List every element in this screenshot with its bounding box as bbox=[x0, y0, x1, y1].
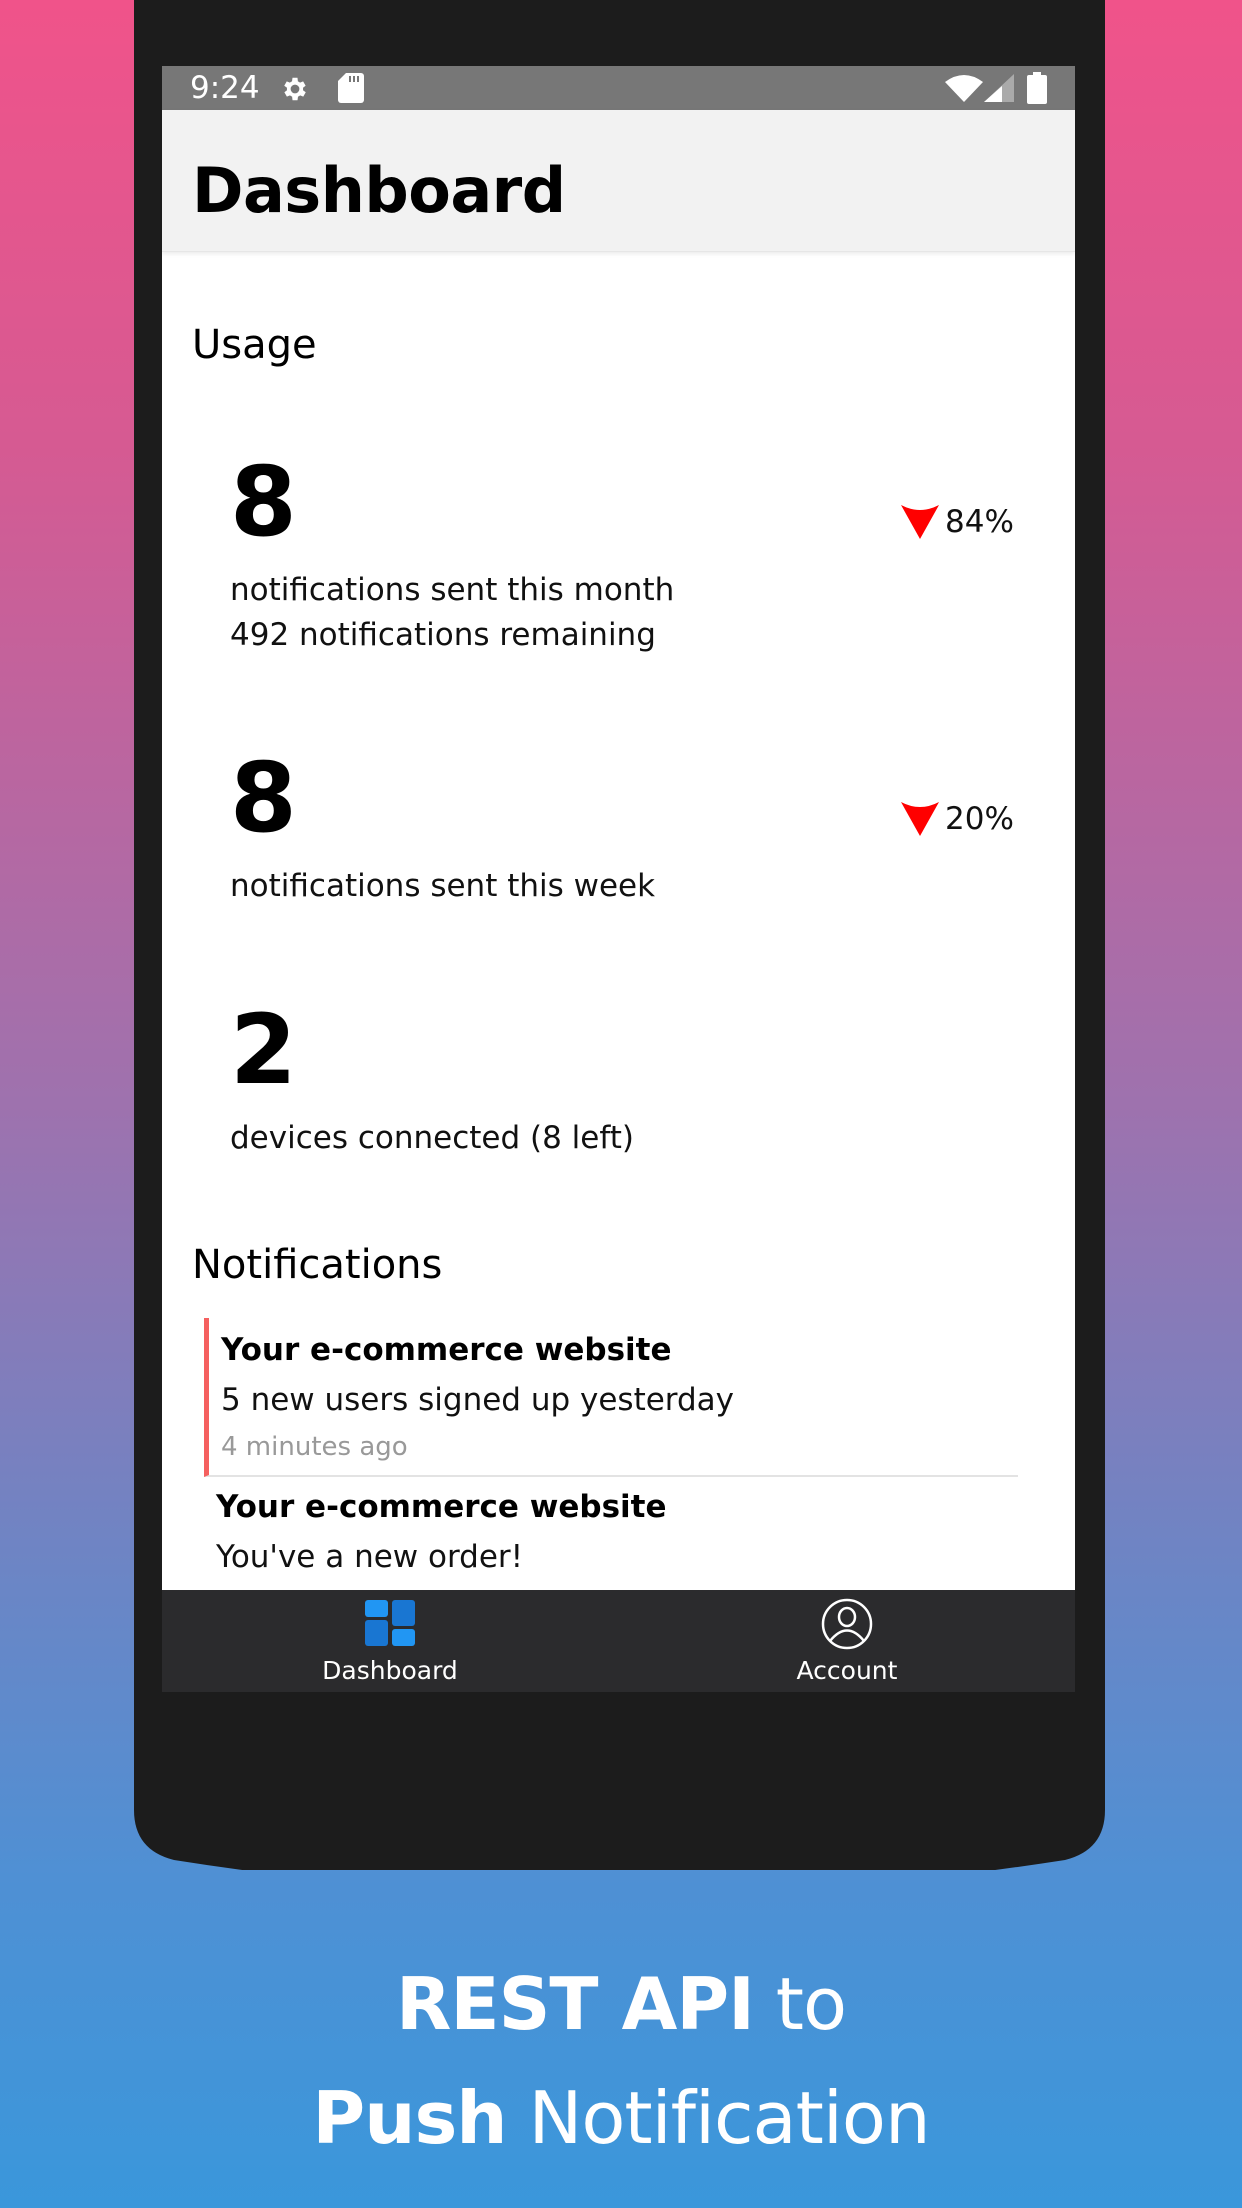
notification-item[interactable]: Your e-commerce website 5 new users sign… bbox=[204, 1318, 1018, 1477]
promo-bold: REST API bbox=[395, 1962, 755, 2046]
phone-bottom-bezel bbox=[134, 1700, 1105, 1870]
notification-time: 4 minutes ago bbox=[221, 1432, 408, 1462]
stat-monthly-notifications: 8 notifications sent this month 492 noti… bbox=[230, 454, 1030, 658]
status-time: 9:24 bbox=[190, 70, 260, 106]
nav-label: Account bbox=[796, 1656, 898, 1685]
battery-icon bbox=[1027, 72, 1047, 104]
promo-line-2: Push Notification bbox=[0, 2076, 1242, 2160]
account-icon bbox=[821, 1598, 873, 1650]
stat-label: notifications sent this month bbox=[230, 572, 675, 608]
stat-devices-connected: 2 devices connected (8 left) bbox=[230, 1002, 1030, 1161]
nav-label: Dashboard bbox=[322, 1656, 458, 1685]
cell-signal-icon bbox=[984, 74, 1014, 102]
trend-monthly: 84% bbox=[901, 504, 1014, 540]
sd-card-icon bbox=[338, 73, 364, 103]
dashboard-icon bbox=[365, 1600, 415, 1646]
notification-body: You've a new order! bbox=[216, 1539, 524, 1575]
page-title: Dashboard bbox=[192, 154, 566, 227]
arrow-down-icon bbox=[901, 802, 939, 836]
stat-sublabel: 492 notifications remaining bbox=[230, 617, 656, 653]
app-header: Dashboard bbox=[162, 110, 1075, 252]
notification-body: 5 new users signed up yesterday bbox=[221, 1382, 735, 1418]
stat-label: notifications sent this week bbox=[230, 868, 656, 904]
promo-line-1: REST API to bbox=[0, 1962, 1242, 2046]
trend-weekly: 20% bbox=[901, 801, 1014, 837]
promo-light: to bbox=[775, 1962, 847, 2046]
promo-light: Notification bbox=[528, 2076, 930, 2160]
nav-item-account[interactable]: Account bbox=[619, 1590, 1075, 1692]
promo-bold: Push bbox=[312, 2076, 507, 2160]
notification-title: Your e-commerce website bbox=[221, 1332, 672, 1368]
notifications-section-title: Notifications bbox=[192, 1242, 443, 1288]
status-bar: 9:24 bbox=[162, 66, 1075, 110]
stat-label: devices connected (8 left) bbox=[230, 1120, 634, 1156]
arrow-down-icon bbox=[901, 505, 939, 539]
wifi-icon bbox=[945, 75, 983, 102]
bottom-nav: Dashboard Account bbox=[162, 1590, 1075, 1692]
gear-icon bbox=[284, 77, 306, 101]
nav-item-dashboard[interactable]: Dashboard bbox=[162, 1590, 618, 1692]
stat-value: 2 bbox=[230, 994, 297, 1106]
notification-title: Your e-commerce website bbox=[216, 1489, 667, 1525]
trend-text: 20% bbox=[945, 801, 1014, 837]
usage-section-title: Usage bbox=[192, 322, 317, 368]
trend-text: 84% bbox=[945, 504, 1014, 540]
phone-screen: 9:24 Dashboard Usage 8 notifications sen… bbox=[162, 66, 1075, 1692]
